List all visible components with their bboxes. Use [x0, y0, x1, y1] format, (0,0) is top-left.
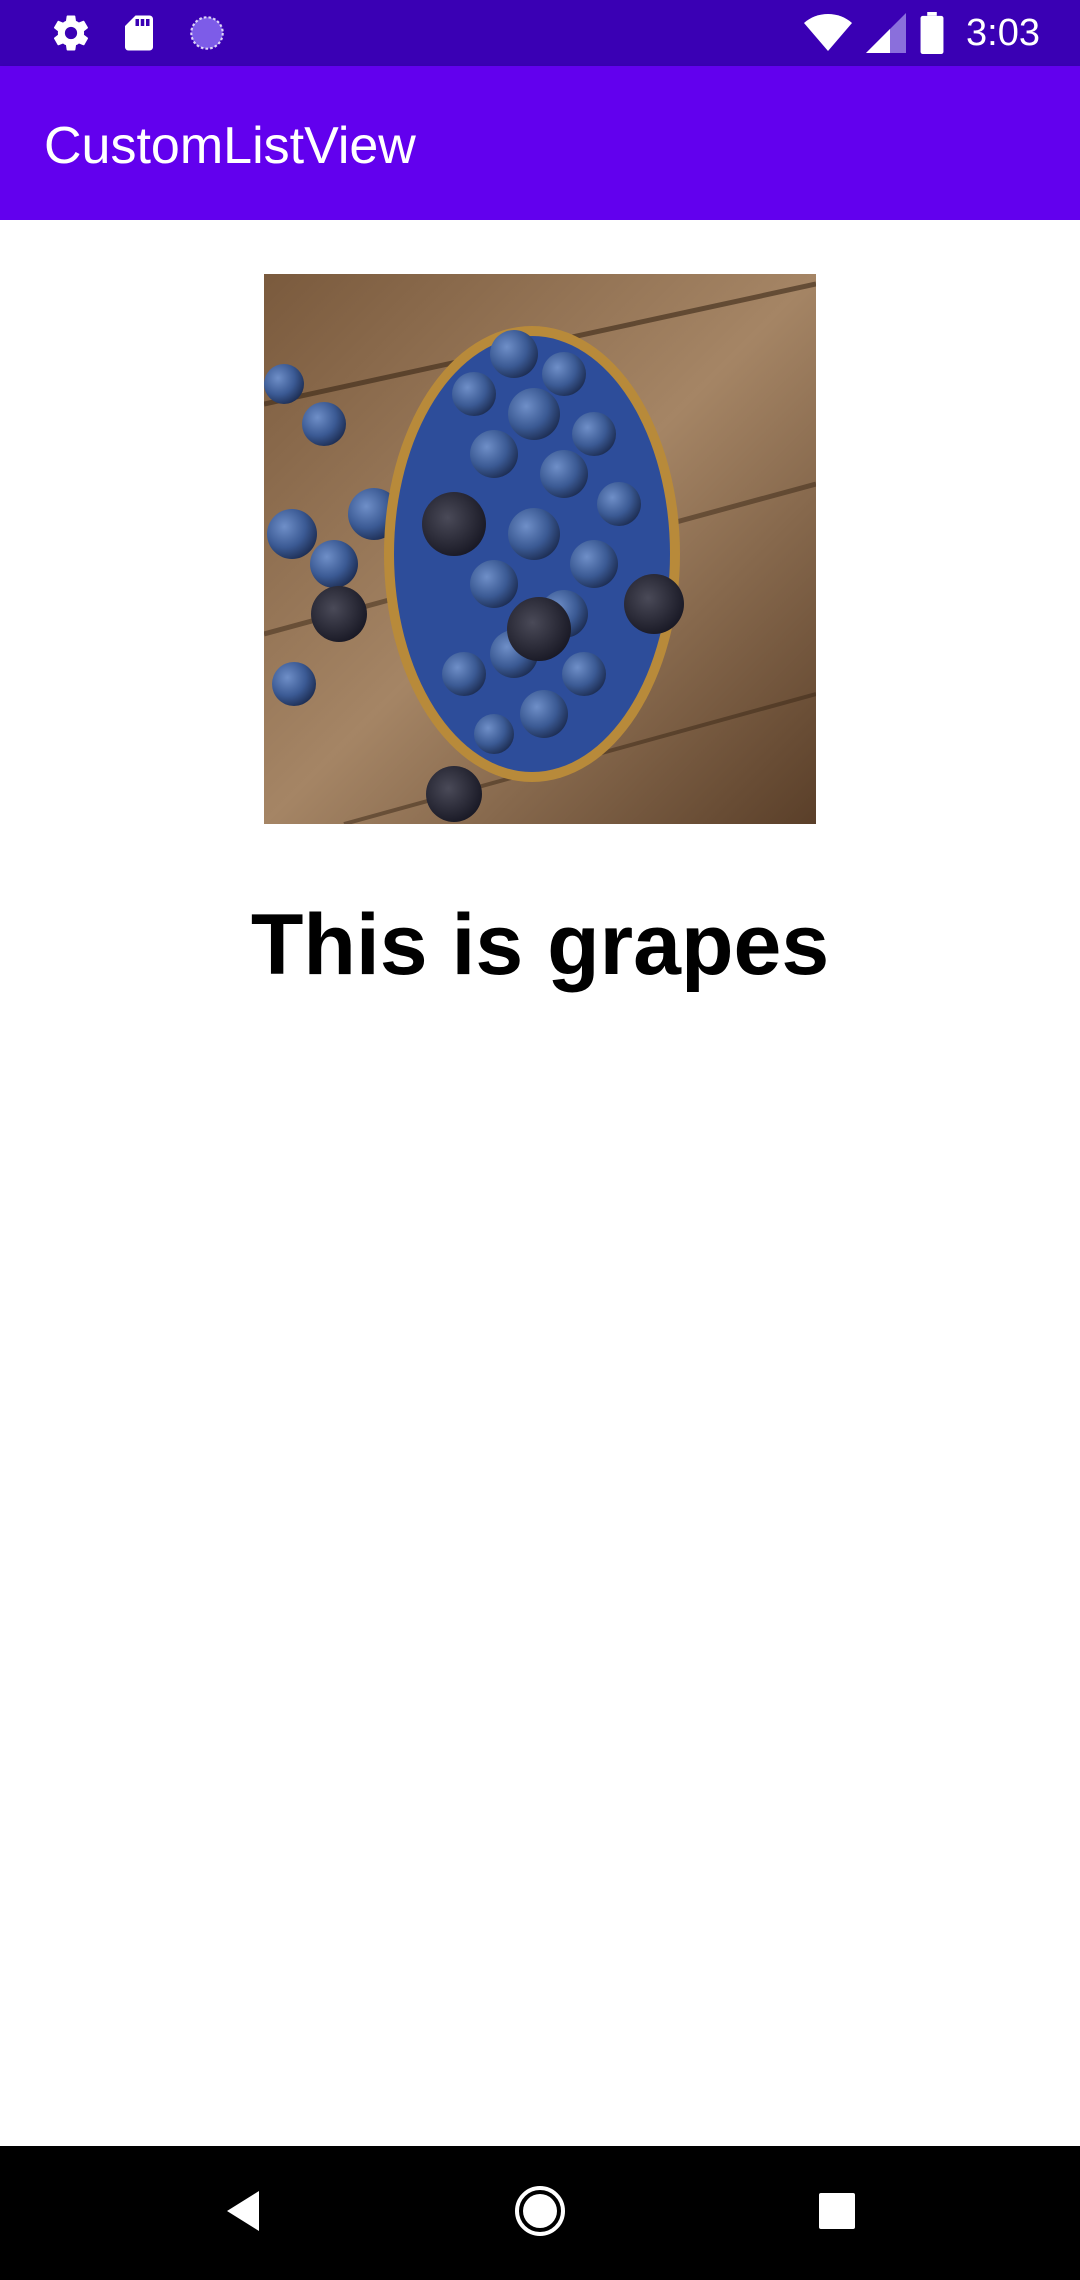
- app-bar: CustomListView: [0, 66, 1080, 220]
- back-icon: [223, 2189, 263, 2238]
- status-right-group: 3:03: [790, 0, 1040, 66]
- sd-card-icon: [118, 12, 160, 54]
- recents-button[interactable]: [802, 2178, 872, 2248]
- home-icon: [513, 2184, 567, 2243]
- fruit-caption: This is grapes: [250, 897, 830, 993]
- recents-icon: [819, 2192, 855, 2234]
- wifi-icon: [804, 13, 853, 53]
- settings-icon: [50, 12, 92, 54]
- detail-content: This is grapes: [0, 220, 1080, 2146]
- navigation-bar: [0, 2146, 1080, 2280]
- status-left-icons: [50, 12, 254, 54]
- status-bar: 3:03: [0, 0, 1080, 66]
- battery-icon: [920, 12, 944, 54]
- fruit-photo: [264, 274, 816, 824]
- status-clock: 3:03: [966, 11, 1040, 54]
- home-button[interactable]: [505, 2178, 575, 2248]
- app-title: CustomListView: [44, 117, 416, 175]
- loading-icon: [186, 12, 228, 54]
- back-button[interactable]: [208, 2178, 278, 2248]
- cell-signal-icon: [866, 13, 907, 53]
